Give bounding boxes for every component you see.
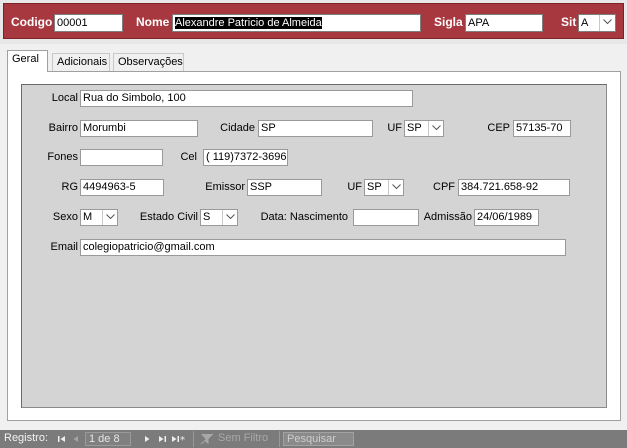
- uf-dropdown-button[interactable]: [428, 121, 443, 136]
- chevron-down-icon: [106, 214, 115, 220]
- filter-icon: [200, 433, 214, 448]
- record-navigation-bar: Registro: 1 de 8 * Sem Filtro Pesquisar: [0, 430, 627, 448]
- emissor-field[interactable]: SSP: [247, 179, 322, 196]
- tab-geral[interactable]: Geral: [7, 50, 48, 72]
- cel-field[interactable]: ( 119)7372-3696: [203, 149, 288, 166]
- sexo-value: M: [83, 211, 93, 223]
- email-label: Email: [50, 241, 78, 253]
- form-area: Local Rua do Simbolo, 100 Bairro Morumbi…: [21, 84, 607, 408]
- uf-label: UF: [387, 122, 402, 134]
- admissao-field[interactable]: 24/06/1989: [474, 209, 539, 226]
- navbar-separator: [279, 431, 280, 447]
- codigo-label: Codigo: [11, 15, 53, 29]
- new-record-button[interactable]: *: [171, 433, 189, 445]
- estado-civil-label: Estado Civil: [139, 211, 198, 223]
- new-record-icon: *: [172, 435, 185, 445]
- sit-value: A: [581, 17, 589, 29]
- estado-civil-select[interactable]: S: [200, 209, 238, 226]
- uf-emissor-label: UF: [347, 181, 362, 193]
- uf-emissor-value: SP: [367, 181, 382, 193]
- cep-label: CEP: [487, 122, 510, 134]
- sexo-label: Sexo: [52, 211, 78, 223]
- cidade-field[interactable]: SP: [258, 120, 373, 137]
- last-record-icon: [159, 436, 166, 442]
- record-header: Codigo 00001 Nome Alexandre Patricio de …: [0, 0, 627, 44]
- emissor-label: Emissor: [205, 181, 245, 193]
- nome-value: Alexandre Patricio de Almeida: [175, 17, 322, 29]
- cep-field[interactable]: 57135-70: [513, 120, 571, 137]
- bairro-field[interactable]: Morumbi: [80, 120, 198, 137]
- nome-label: Nome: [136, 15, 170, 29]
- next-record-icon: [145, 436, 150, 442]
- nascimento-label: Data: Nascimento: [260, 211, 348, 223]
- header-bar: Codigo 00001 Nome Alexandre Patricio de …: [3, 3, 624, 39]
- sit-dropdown-button[interactable]: [599, 15, 615, 31]
- previous-record-button[interactable]: [70, 433, 82, 445]
- tab-panel-geral: Local Rua do Simbolo, 100 Bairro Morumbi…: [7, 71, 621, 421]
- first-record-icon: [58, 436, 65, 442]
- tab-adicionais[interactable]: Adicionais: [52, 53, 110, 71]
- svg-text:*: *: [180, 435, 185, 445]
- filter-status-button[interactable]: Sem Filtro: [218, 432, 268, 444]
- sit-label: Sit: [561, 15, 577, 29]
- sigla-label: Sigla: [434, 15, 463, 29]
- cpf-field[interactable]: 384.721.658-92: [458, 179, 570, 196]
- fones-field[interactable]: [80, 149, 163, 166]
- local-field[interactable]: Rua do Simbolo, 100: [80, 90, 413, 107]
- fones-label: Fones: [47, 151, 78, 163]
- registro-label: Registro:: [4, 432, 49, 444]
- record-position-field[interactable]: 1 de 8: [85, 432, 131, 446]
- sexo-select[interactable]: M: [80, 209, 118, 226]
- navbar-separator: [193, 431, 194, 447]
- chevron-down-icon: [432, 125, 441, 131]
- search-input[interactable]: Pesquisar: [283, 432, 354, 446]
- estado-civil-dropdown-button[interactable]: [222, 210, 237, 225]
- sit-select[interactable]: A: [578, 14, 616, 32]
- cpf-label: CPF: [433, 181, 455, 193]
- last-record-button[interactable]: [156, 433, 168, 445]
- codigo-field[interactable]: 00001: [54, 14, 123, 32]
- estado-civil-value: S: [203, 211, 211, 223]
- next-record-button[interactable]: [141, 433, 153, 445]
- uf-value: SP: [407, 122, 422, 134]
- admissao-label: Admissão: [423, 211, 472, 223]
- bairro-label: Bairro: [48, 122, 78, 134]
- sexo-dropdown-button[interactable]: [102, 210, 117, 225]
- nascimento-field[interactable]: [353, 209, 419, 226]
- email-field[interactable]: colegiopatricio@gmail.com: [80, 239, 566, 256]
- rg-field[interactable]: 4494963-5: [80, 179, 164, 196]
- rg-label: RG: [61, 181, 79, 193]
- cel-label: Cel: [180, 151, 197, 163]
- tab-observacoes[interactable]: Observações: [113, 53, 184, 71]
- first-record-button[interactable]: [56, 433, 68, 445]
- cidade-label: Cidade: [220, 122, 255, 134]
- chevron-down-icon: [226, 214, 235, 220]
- previous-record-icon: [73, 436, 78, 442]
- sigla-field[interactable]: APA: [465, 14, 543, 32]
- uf-emissor-select[interactable]: SP: [364, 179, 404, 196]
- local-label: Local: [51, 92, 78, 104]
- chevron-down-icon: [603, 19, 612, 25]
- nome-field[interactable]: Alexandre Patricio de Almeida: [172, 14, 421, 32]
- uf-emissor-dropdown-button[interactable]: [388, 180, 403, 195]
- uf-select[interactable]: SP: [404, 120, 444, 137]
- chevron-down-icon: [392, 184, 401, 190]
